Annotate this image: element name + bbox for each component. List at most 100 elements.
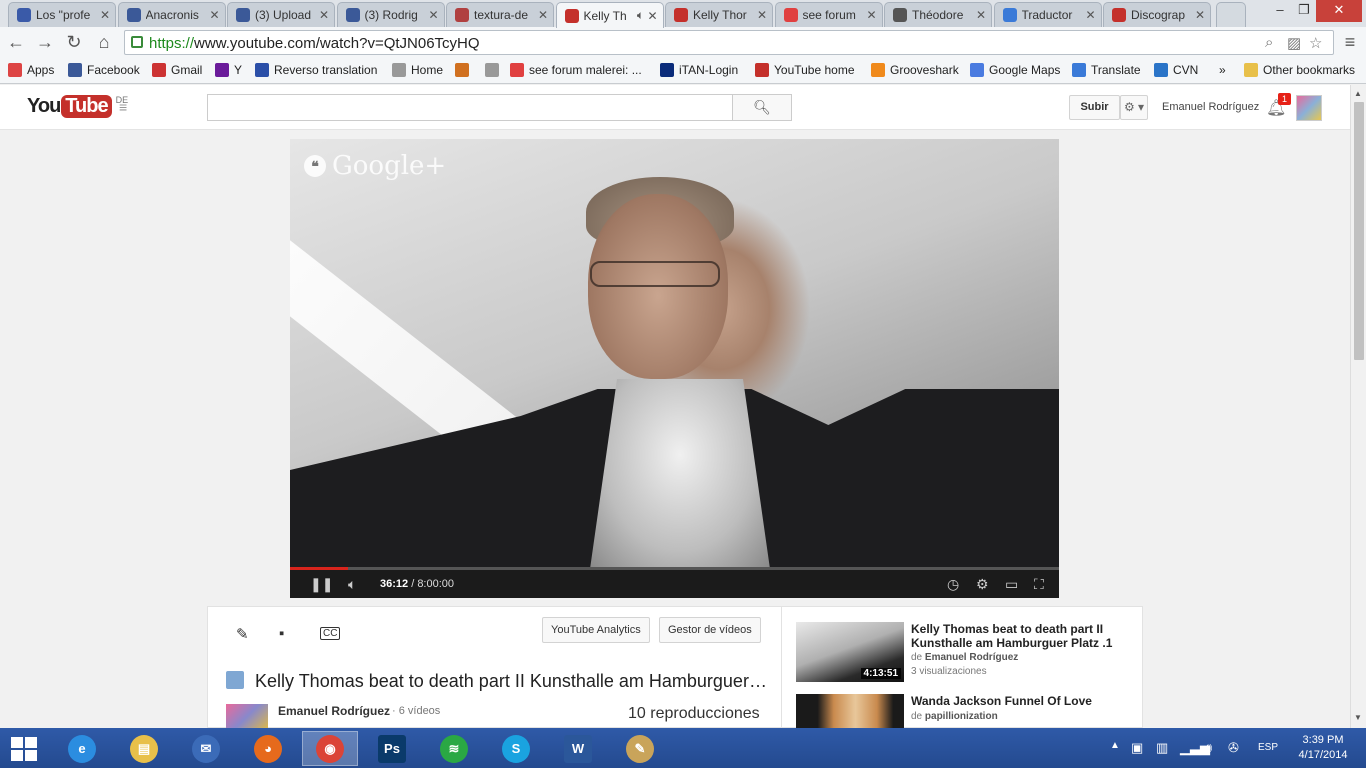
uploader-name[interactable]: papillionization [925,711,998,722]
bookmark-item[interactable]: Gmail [152,63,202,77]
bookmark-item[interactable]: Reverso translation [255,63,377,77]
close-tab-icon[interactable]: ✕ [428,8,440,22]
bookmark-item[interactable]: Home [392,63,443,77]
volume-icon[interactable]: 🔈︎ [348,576,356,593]
scroll-up-icon[interactable]: ▲ [1354,89,1362,98]
close-tab-icon[interactable]: ✕ [1085,8,1097,22]
video-frame[interactable]: ❝ Google+ [290,139,1059,569]
bookmark-item[interactable] [455,63,474,77]
captions-cc-icon[interactable]: CC [320,627,341,640]
browser-tab[interactable]: Kelly Thor ✕ [665,2,773,27]
close-window-button[interactable]: ✕ [1316,0,1362,22]
settings-icon[interactable]: ⚙ [976,576,989,593]
taskbar-app-button[interactable]: S [488,731,544,766]
bookmark-item[interactable]: Translate [1072,63,1141,77]
action-center-icon[interactable]: ▣ [1131,740,1143,756]
close-tab-icon[interactable]: ✕ [975,8,987,22]
back-icon[interactable]: ← [4,31,28,55]
reload-icon[interactable]: ↻ [62,31,86,55]
address-bar[interactable]: https://www.youtube.com/watch?v=QtJN06Tc… [124,30,1334,55]
edit-pencil-icon[interactable]: ✎ [236,625,249,643]
bookmark-item[interactable] [485,63,504,77]
close-tab-icon[interactable]: ✕ [756,8,768,22]
new-tab-button[interactable] [1216,2,1246,27]
browser-tab[interactable]: (3) Upload ✕ [227,2,335,27]
browser-tab[interactable]: Discograp ✕ [1103,2,1211,27]
close-tab-icon[interactable]: ✕ [866,8,878,22]
bookmark-item[interactable]: Google Maps [970,63,1060,77]
browser-tab[interactable]: textura-de ✕ [446,2,554,27]
bookmark-item[interactable]: YouTube home [755,63,855,77]
comment-icon[interactable]: ▪ [279,625,284,642]
bookmark-item[interactable]: Facebook [68,63,140,77]
taskbar-app-button[interactable]: ◕ [240,731,296,766]
youtube-analytics-button[interactable]: YouTube Analytics [542,617,650,643]
related-video-thumbnail[interactable]: 4:13:51 [796,622,904,682]
forward-icon[interactable]: → [33,31,57,55]
show-hidden-icons-icon[interactable]: ▲ [1110,740,1120,751]
close-tab-icon[interactable]: ✕ [318,8,330,22]
taskbar-app-button[interactable]: Ps [364,731,420,766]
browser-tab[interactable]: Théodore ✕ [884,2,992,27]
browser-tab[interactable]: Kelly Th 🔈︎ ✕ [555,2,664,28]
bookmark-item[interactable]: CVN [1154,63,1198,77]
related-video-thumbnail[interactable] [796,694,904,728]
scrollbar-thumb[interactable] [1354,102,1364,360]
device-icon[interactable]: ▥ [1156,740,1168,756]
bookmark-item[interactable]: Y [215,63,242,77]
more-bookmarks-button[interactable]: » [1219,63,1226,77]
url-text[interactable]: https://www.youtube.com/watch?v=QtJN06Tc… [149,35,480,52]
search-button[interactable]: 🔍︎ [732,94,792,121]
bookmark-item[interactable]: iTAN-Login [660,63,738,77]
taskbar-app-button[interactable]: W [550,731,606,766]
channel-thumbnail[interactable] [226,704,268,729]
upload-button[interactable]: Subir [1069,95,1120,120]
watch-later-icon[interactable]: ◷ [947,576,959,593]
youtube-logo[interactable]: You Tube DE [27,95,128,118]
close-tab-icon[interactable]: ✕ [99,8,111,22]
browser-tab[interactable]: (3) Rodrig ✕ [336,2,445,27]
bookmark-item[interactable]: Grooveshark [871,63,959,77]
search-input[interactable] [207,94,733,121]
guide-menu-icon[interactable]: ≡ [119,100,139,114]
taskbar-app-button[interactable]: ✉ [178,731,234,766]
close-tab-icon[interactable]: ✕ [1194,8,1206,22]
channel-video-count[interactable]: · 6 vídeos [392,705,440,717]
scroll-down-icon[interactable]: ▼ [1354,713,1362,722]
fullscreen-icon[interactable]: ⛶ [1034,576,1044,593]
close-tab-icon[interactable]: ✕ [537,8,549,22]
extension-icon[interactable]: ▨ [1287,34,1301,52]
windows-start-icon[interactable] [11,737,37,761]
bookmark-item[interactable]: Apps [8,63,54,77]
taskbar-app-button[interactable]: e [54,731,110,766]
close-tab-icon[interactable]: ✕ [209,8,221,22]
related-video-item[interactable]: 4:13:51 Kelly Thomas beat to death part … [796,622,1136,684]
browser-tab[interactable]: Los "profe ✕ [8,2,116,27]
pause-icon[interactable]: ❚❚ [310,576,333,593]
speaker-icon[interactable]: 🔊︎ [1204,740,1212,756]
bookmark-star-icon[interactable]: ☆ [1309,34,1322,52]
video-manager-button[interactable]: Gestor de vídeos [659,617,761,643]
browser-tab[interactable]: Anacronis ✕ [117,2,226,27]
settings-gear-button[interactable]: ⚙ ▾ [1120,95,1148,120]
browser-tab[interactable]: see forum ✕ [774,2,883,27]
account-name[interactable]: Emanuel Rodríguez [1162,101,1259,113]
home-icon[interactable]: ⌂ [92,31,116,55]
zoom-icon[interactable]: ⌕ [1265,34,1273,51]
close-tab-icon[interactable]: ✕ [647,9,659,23]
input-language[interactable]: ESP [1258,742,1278,753]
taskbar-app-button[interactable]: ▤ [116,731,172,766]
bookmark-item[interactable]: see forum malerei: ... [510,63,642,77]
related-video-item[interactable]: Wanda Jackson Funnel Of Love de papillio… [796,694,1136,728]
page-scrollbar[interactable]: ▲ ▼ [1350,85,1366,728]
restore-window-button[interactable]: ❐ [1289,0,1319,22]
system-clock[interactable]: 3:39 PM 4/17/2014 [1293,733,1353,763]
taskbar-app-button[interactable]: ✎ [612,731,668,766]
taskbar-app-button[interactable]: ≋ [426,731,482,766]
uploader-name[interactable]: Emanuel Rodríguez [925,652,1018,663]
avatar[interactable] [1296,95,1322,121]
other-bookmarks-folder[interactable]: Other bookmarks [1244,63,1355,77]
related-video-title[interactable]: Kelly Thomas beat to death part II Kunst… [911,622,1131,650]
audio-playing-icon[interactable]: 🔈︎ [635,8,647,23]
sync-icon[interactable]: ✇ [1228,740,1239,756]
